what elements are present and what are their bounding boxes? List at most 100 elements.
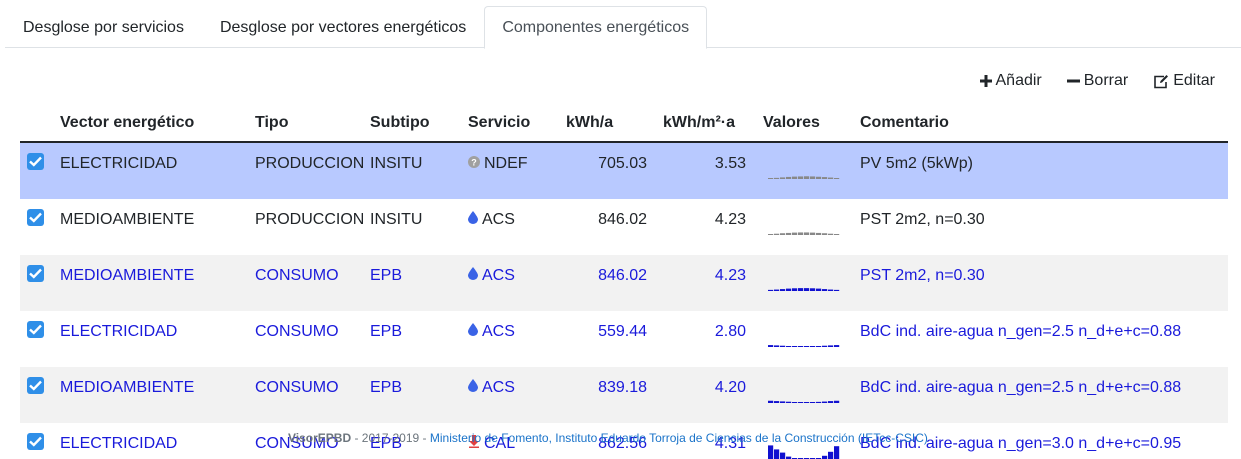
sparkline-bar [780, 177, 786, 179]
cell-tipo: PRODUCCION [255, 155, 365, 172]
table-row[interactable]: MEDIOAMBIENTE CONSUMO EPB ACS 839.18 4.20 BdC … [20, 367, 1228, 423]
sparkline-bar [834, 289, 840, 291]
sparkline-bar [834, 234, 840, 235]
sparkline-bar [792, 402, 798, 403]
table-row[interactable]: MEDIOAMBIENTE PRODUCCION INSITU ACS 846.02 4.… [20, 199, 1228, 255]
header-subtipo[interactable]: Subtipo [370, 114, 430, 132]
sparkline-bar [816, 176, 822, 179]
servicio-label: ACS [482, 379, 515, 396]
sparkline-bar [804, 232, 810, 235]
sparkline-chart [768, 445, 840, 459]
add-button[interactable]: Añadir [979, 72, 1042, 90]
sparkline-bar [768, 445, 774, 459]
sparkline-bar [774, 401, 780, 403]
sparkline-bar [822, 233, 828, 235]
toolbar: Añadir Borrar Editar [979, 72, 1215, 90]
cell-kwh: 839.18 [598, 379, 647, 396]
sparkline-bar [828, 451, 834, 459]
cell-vector: ELECTRICIDAD [60, 435, 178, 452]
tab-desglose-vectores[interactable]: Desglose por vectores energéticos [202, 6, 484, 48]
sparkline-bar [768, 178, 774, 179]
row-checkbox[interactable] [27, 265, 44, 282]
sparkline-bar [774, 289, 780, 291]
drop-icon [468, 379, 478, 397]
cell-kwh: 846.02 [598, 267, 647, 284]
svg-text:?: ? [471, 158, 477, 168]
sparkline-chart [768, 176, 840, 179]
sparkline-bar [810, 288, 816, 291]
footer-app-name: VisorEPBD [288, 431, 352, 445]
sparkline-bar [828, 345, 834, 347]
sparkline-bar [768, 234, 774, 235]
sparkline-bar [798, 346, 804, 347]
sparkline-bar [816, 288, 822, 291]
row-checkbox[interactable] [27, 321, 44, 338]
sparkline-bar [786, 401, 792, 403]
sparkline-bar [822, 177, 828, 179]
cell-subtipo: EPB [370, 267, 403, 284]
sparkline-bar [798, 288, 804, 291]
sparkline-bar [828, 289, 834, 291]
table-row[interactable]: MEDIOAMBIENTE CONSUMO EPB ACS 846.02 4.23 PST … [20, 255, 1228, 311]
cell-subtipo: EPB [370, 323, 403, 340]
sparkline-bar [828, 177, 834, 179]
sparkline-bar [768, 400, 774, 403]
header-servicio[interactable]: Servicio [468, 114, 530, 132]
edit-button[interactable]: Editar [1153, 72, 1215, 90]
sparkline-bar [816, 401, 822, 403]
tab-desglose-servicios[interactable]: Desglose por servicios [5, 6, 202, 48]
sparkline-bar [810, 402, 816, 403]
sparkline-bar [816, 346, 822, 347]
cell-comentario: PST 2m2, n=0.30 [860, 211, 985, 228]
question-circle-icon: ? [468, 155, 480, 173]
sparkline-bar [804, 346, 810, 347]
sparkline-bar [810, 346, 816, 347]
edit-icon [1153, 74, 1169, 89]
servicio-label: NDEF [484, 155, 528, 172]
row-checkbox[interactable] [27, 433, 44, 450]
cell-vector: ELECTRICIDAD [60, 155, 178, 172]
cell-vector: ELECTRICIDAD [60, 323, 178, 340]
cell-kwh: 705.03 [598, 155, 647, 172]
tab-componentes-energeticos[interactable]: Componentes energéticos [484, 6, 708, 49]
footer-years: - 2017-2019 - [351, 431, 430, 445]
sparkline-bar [774, 449, 780, 459]
minus-icon [1066, 75, 1080, 87]
table-row[interactable]: ELECTRICIDAD CONSUMO EPB ACS 559.44 2.80 BdC i… [20, 311, 1228, 367]
sparkline-chart [768, 288, 840, 291]
sparkline-bar [774, 233, 780, 235]
tab-bar: Desglose por servicios Desglose por vect… [5, 6, 1241, 49]
cell-tipo: CONSUMO [255, 323, 339, 340]
sparkline-bar [792, 232, 798, 235]
table-row[interactable]: ELECTRICIDAD PRODUCCION INSITU? NDEF 705.03 3… [20, 143, 1228, 199]
drop-icon [468, 323, 478, 341]
footer-credits-link[interactable]: Ministerio de Fomento, Instituto Eduardo… [430, 431, 928, 445]
delete-label: Borrar [1083, 72, 1129, 89]
cell-subtipo: EPB [370, 379, 403, 396]
header-vector[interactable]: Vector energético [60, 114, 194, 132]
cell-servicio: ACS [468, 267, 515, 285]
cell-vector: MEDIOAMBIENTE [60, 379, 195, 396]
header-tipo[interactable]: Tipo [255, 114, 288, 132]
delete-button[interactable]: Borrar [1066, 72, 1129, 90]
plus-icon [979, 75, 992, 87]
cell-tipo: CONSUMO [255, 267, 339, 284]
cell-tipo: PRODUCCION [255, 211, 365, 228]
sparkline-bar [804, 402, 810, 403]
header-comentario[interactable]: Comentario [860, 114, 949, 132]
row-checkbox[interactable] [27, 209, 44, 226]
sparkline-bar [810, 232, 816, 235]
edit-label: Editar [1173, 72, 1215, 89]
row-checkbox[interactable] [27, 153, 44, 170]
sparkline-bar [780, 345, 786, 347]
sparkline-chart [768, 232, 840, 235]
header-kwh[interactable]: kWh/a [566, 114, 613, 132]
cell-servicio: ACS [468, 379, 515, 397]
sparkline-bar [798, 232, 804, 235]
header-kwhm2[interactable]: kWh/m²·a [663, 114, 735, 132]
servicio-label: ACS [482, 267, 515, 284]
sparkline-bar [834, 400, 840, 403]
row-checkbox[interactable] [27, 377, 44, 394]
sparkline-bar [822, 289, 828, 291]
footer: VisorEPBD - 2017-2019 - Ministerio de Fo… [288, 431, 928, 445]
